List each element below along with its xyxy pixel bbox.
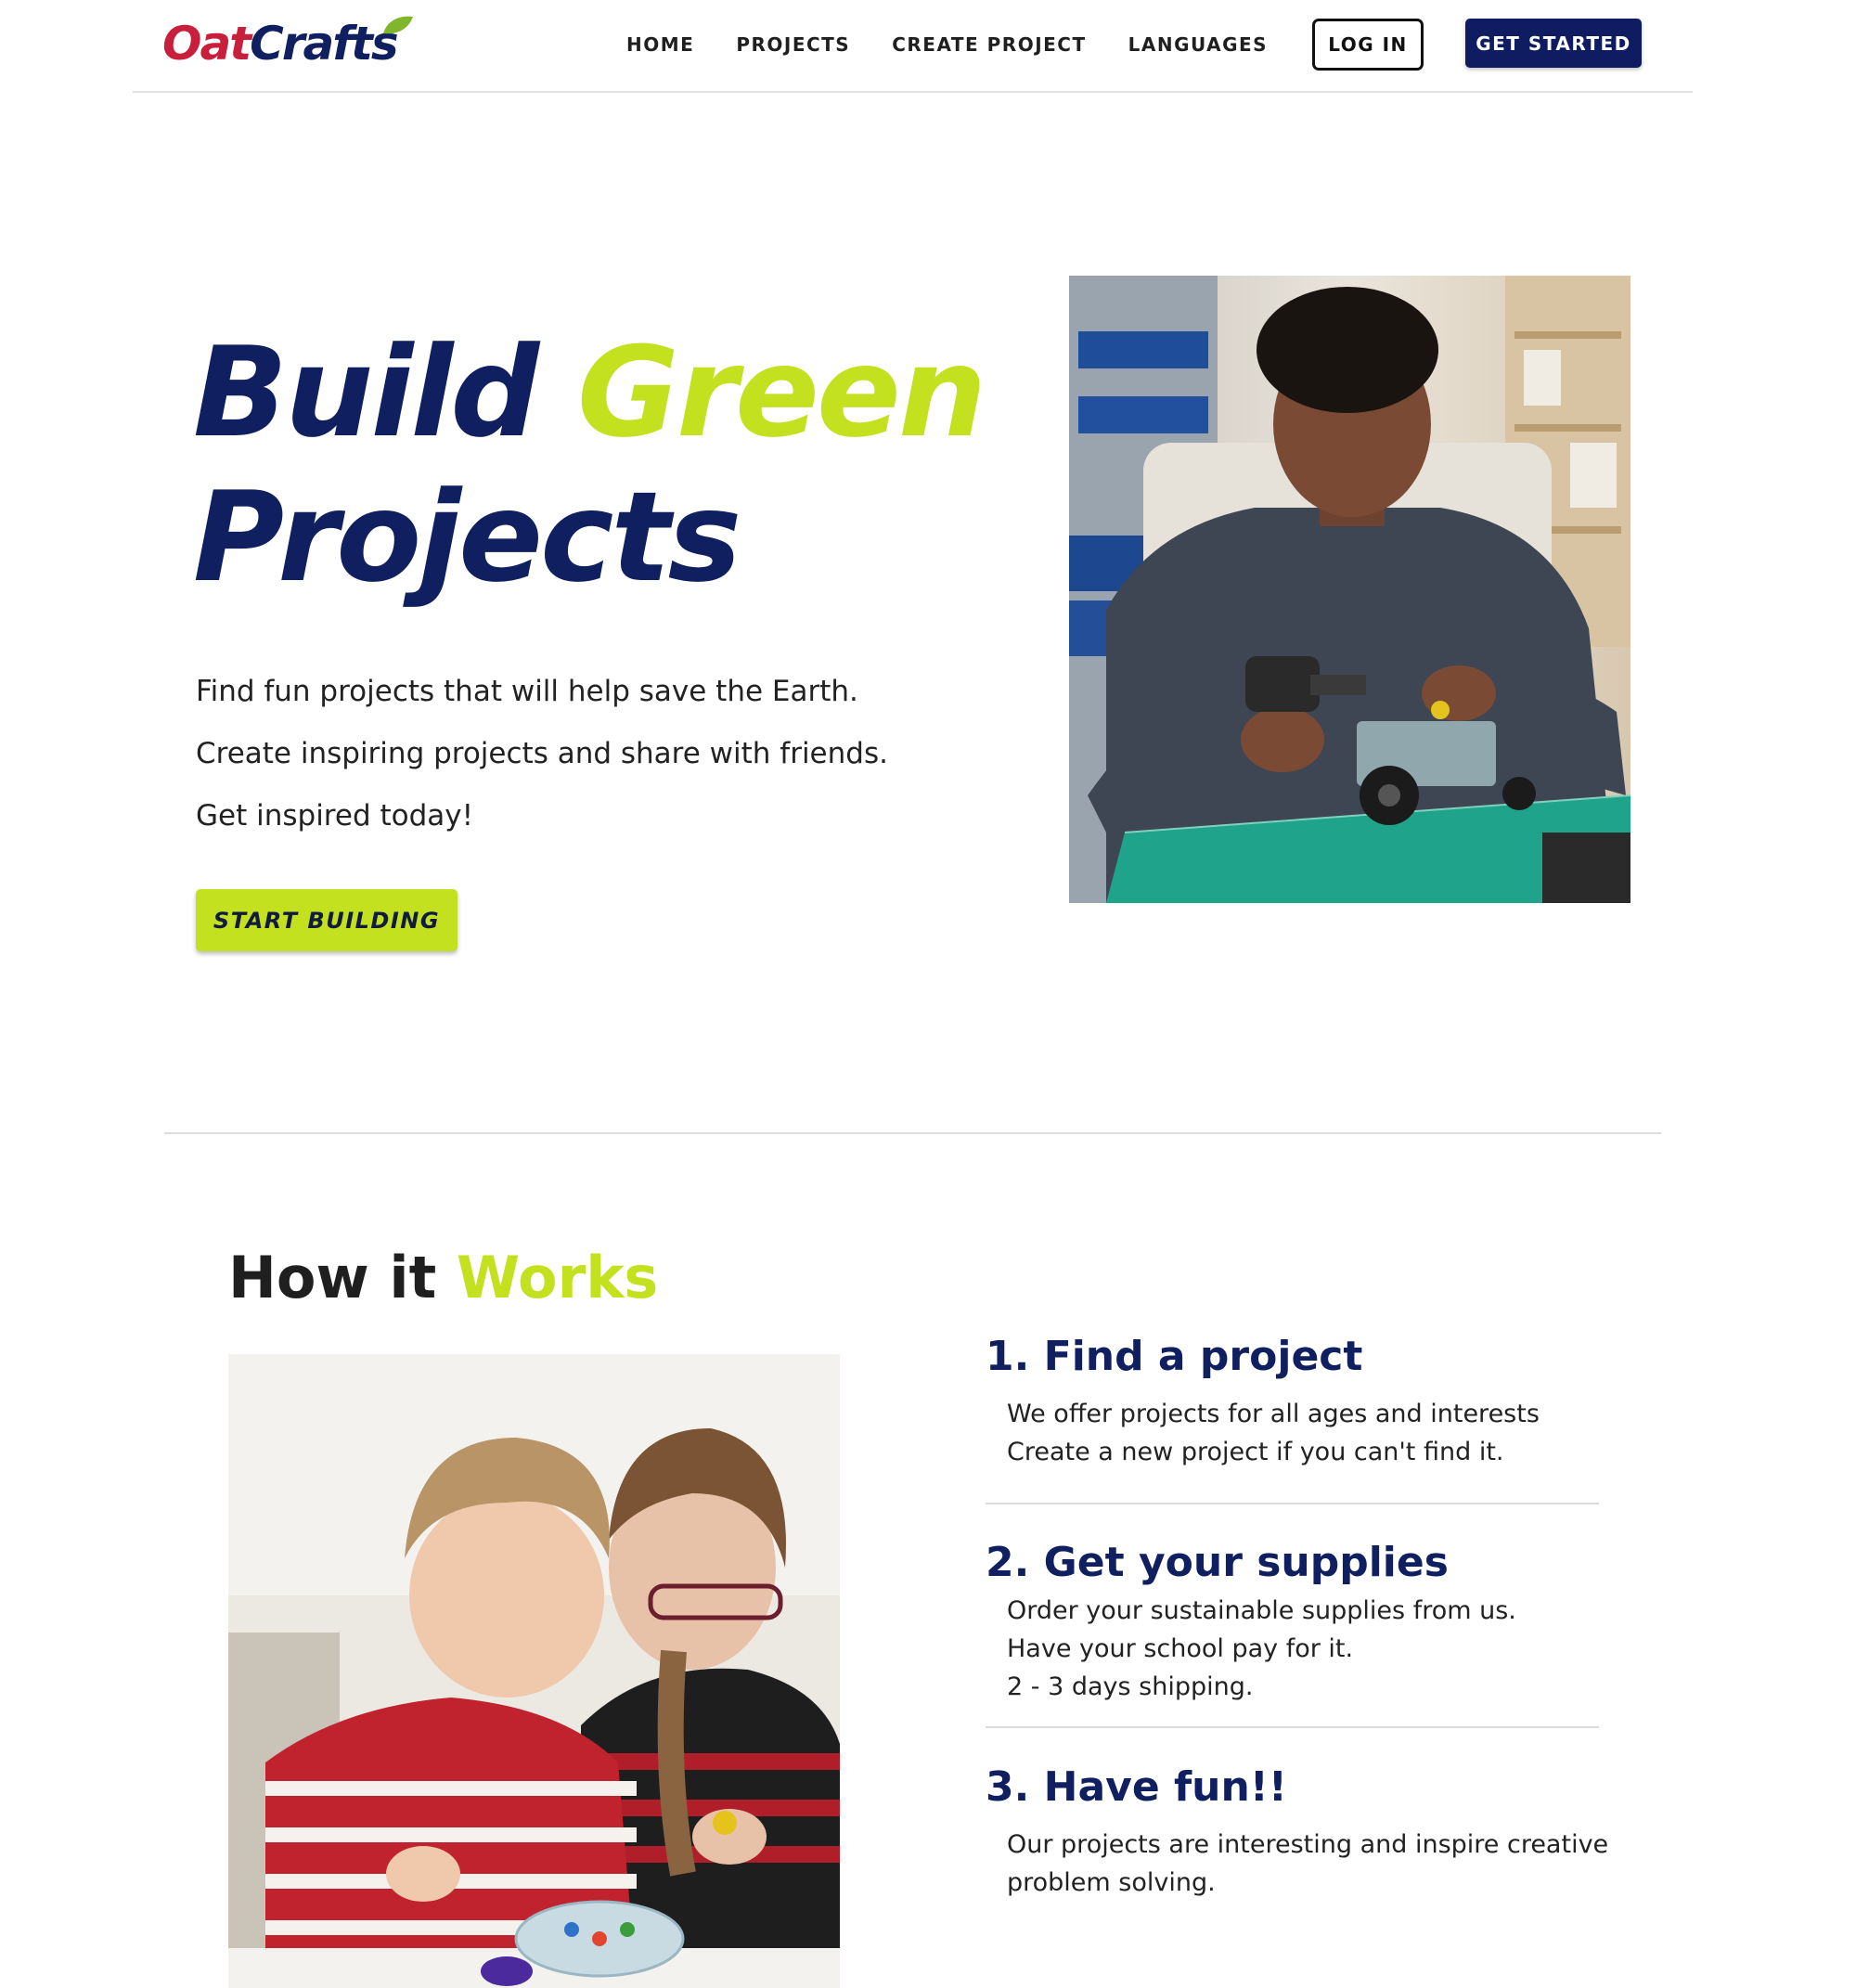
leaf-icon <box>383 16 413 34</box>
step-find-project: 1. Find a project We offer projects for … <box>986 1333 1598 1471</box>
kids-crafting-photo <box>228 1354 840 1988</box>
nav-create-project[interactable]: CREATE PROJECT <box>892 33 1086 56</box>
step-line: Order your sustainable supplies from us. <box>1007 1596 1516 1625</box>
hero-title-projects: Projects <box>193 465 741 610</box>
how-title-part1: How it <box>228 1244 437 1311</box>
step-line: problem solving. <box>1007 1868 1216 1897</box>
step-line: Have your school pay for it. <box>1007 1634 1354 1663</box>
get-started-button[interactable]: GET STARTED <box>1465 19 1642 68</box>
logo-wordmark: OatCrafts <box>162 17 399 71</box>
step-line: Our projects are interesting and inspire… <box>1007 1830 1609 1859</box>
how-it-works-title: How it Works <box>228 1244 658 1311</box>
site-header: OatCrafts HOME PROJECTS CREATE PROJECT L… <box>133 0 1693 93</box>
hero-title-build: Build <box>193 320 539 465</box>
step-line: We offer projects for all ages and inter… <box>1007 1400 1540 1428</box>
step-line: Create a new project if you can't find i… <box>1007 1438 1504 1466</box>
hero-title-green: Green <box>576 320 986 465</box>
step-divider <box>986 1726 1599 1728</box>
hero-line: Create inspiring projects and share with… <box>196 737 888 770</box>
hero-title: Build Green Projects <box>193 320 986 610</box>
step-title: 3. Have fun!! <box>986 1763 1287 1811</box>
section-divider <box>164 1132 1661 1134</box>
hero-description: Find fun projects that will help save th… <box>196 661 888 847</box>
step-title: 1. Find a project <box>986 1333 1363 1380</box>
start-building-button[interactable]: START BUILDING <box>196 889 458 951</box>
hero-photo-boy-building-robot <box>1069 276 1630 903</box>
how-title-part2: Works <box>456 1244 659 1311</box>
step-get-supplies: 2. Get your supplies Order your sustaina… <box>986 1539 1598 1706</box>
step-title: 2. Get your supplies <box>986 1539 1449 1586</box>
nav-projects[interactable]: PROJECTS <box>736 33 850 56</box>
nav-languages[interactable]: LANGUAGES <box>1128 33 1268 56</box>
hero-line: Find fun projects that will help save th… <box>196 675 858 708</box>
step-have-fun: 3. Have fun!! Our projects are interesti… <box>986 1763 1609 1902</box>
nav-home[interactable]: HOME <box>626 33 694 56</box>
main-nav: HOME PROJECTS CREATE PROJECT LANGUAGES <box>626 33 1309 56</box>
oatcrafts-logo[interactable]: OatCrafts <box>162 11 413 76</box>
step-line: 2 - 3 days shipping. <box>1007 1672 1254 1701</box>
login-button[interactable]: LOG IN <box>1312 19 1424 71</box>
step-divider <box>986 1503 1599 1504</box>
hero-line: Get inspired today! <box>196 799 474 833</box>
